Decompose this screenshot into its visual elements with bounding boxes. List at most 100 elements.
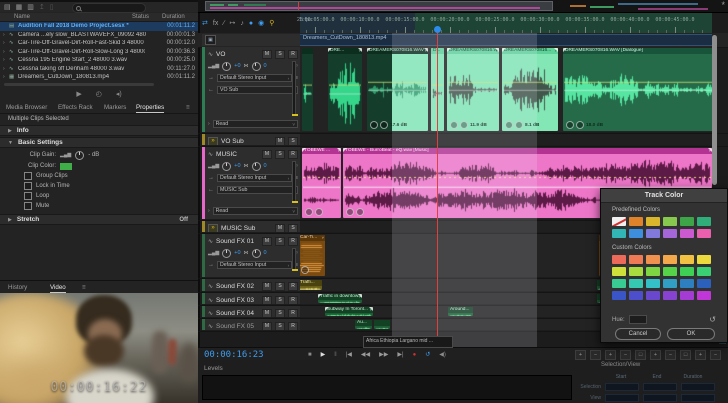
fade-out-handle[interactable] (554, 48, 558, 52)
audio-clip[interactable]: TOBEWE ...˅ (302, 148, 341, 218)
clip-header[interactable]: DREAMERS070816.WAV ...˅ (367, 48, 428, 54)
fade-in-handle[interactable] (343, 148, 347, 152)
audio-clip[interactable]: Traffi... (300, 280, 322, 290)
arm-record-button[interactable]: R (288, 296, 298, 305)
column-name[interactable]: Name (14, 14, 30, 20)
arm-record-button[interactable]: R (288, 237, 298, 246)
zoom-in-left-button[interactable]: + (605, 350, 616, 360)
color-swatch[interactable] (680, 255, 694, 264)
track-lane[interactable] (300, 134, 712, 145)
output-select[interactable]: MUSIC Sub› (217, 186, 298, 194)
volume-knob[interactable] (222, 62, 231, 71)
track-header[interactable]: ∿Sound FX 05MSR (202, 319, 300, 330)
zoom-out-right-button[interactable]: − (620, 350, 631, 360)
fade-in-handle[interactable] (328, 48, 332, 52)
color-swatch[interactable] (646, 255, 660, 264)
arm-record-button[interactable]: R (288, 150, 298, 159)
color-swatch[interactable] (697, 217, 711, 226)
timeline-navigator[interactable]: * (198, 0, 728, 13)
new-file-icon[interactable]: ▤ (4, 4, 11, 11)
checkbox[interactable] (24, 192, 32, 200)
hue-input[interactable] (629, 315, 647, 324)
clip-fx-knob[interactable] (380, 121, 388, 129)
track-name[interactable]: VO Sub (221, 138, 272, 145)
fade-in-handle[interactable] (325, 307, 329, 311)
section-stretch[interactable]: ▶ Stretch Off (0, 214, 198, 225)
preview-play-icon[interactable]: ▶ (76, 90, 81, 98)
track-fader-handle[interactable] (292, 269, 298, 271)
tab-properties[interactable]: Properties (136, 104, 164, 113)
mute-button[interactable]: M (262, 296, 272, 305)
audio-clip[interactable]: Traffic in downtow...˅ (318, 294, 362, 303)
mute-button[interactable]: M (275, 224, 285, 233)
fade-out-handle[interactable] (358, 48, 362, 52)
color-swatch[interactable] (629, 255, 643, 264)
audio-clip[interactable]: DREAMERS070816.WAV [Dialogue]˅18.0 dB (563, 48, 712, 131)
video-track-header[interactable]: ▣ (202, 34, 300, 46)
track-fader[interactable] (292, 61, 296, 116)
input-select[interactable]: Default Stereo Input› (217, 174, 292, 182)
color-swatch[interactable] (663, 217, 677, 226)
clip-header[interactable] (302, 48, 313, 54)
clip-header[interactable]: DREAMERS070816...˅ (502, 48, 558, 54)
color-swatch[interactable] (629, 267, 643, 276)
color-swatch[interactable] (629, 291, 643, 300)
export-icon[interactable]: ↥ (39, 4, 45, 11)
pan-knob[interactable] (252, 162, 261, 171)
arm-record-button[interactable]: R (288, 282, 298, 291)
fade-in-handle[interactable] (502, 48, 506, 52)
file-row[interactable]: ›∿Cessna taking off Denham 48000 3.wav00… (0, 65, 198, 74)
clip-color-swatch[interactable] (60, 163, 72, 170)
clip-fx-knob[interactable] (576, 121, 584, 129)
audio-clip[interactable]: Au... (355, 320, 372, 329)
clip-header[interactable]: TOBEWE ...˅ (302, 148, 341, 154)
arm-record-button[interactable]: R (288, 322, 298, 331)
track-color-strip[interactable] (202, 306, 205, 317)
arm-record-button[interactable]: R (288, 309, 298, 318)
input-select[interactable]: Default Stereo Input› (217, 74, 292, 82)
input-select[interactable]: Default Stereo Input› (217, 261, 292, 269)
panel-menu-icon[interactable]: ≡ (82, 284, 86, 291)
audio-clip[interactable] (302, 48, 313, 131)
track-header[interactable]: ∿MUSICMSR▂▄▆+0⋈0∞→Default Stereo Input›≡… (202, 147, 300, 219)
stop-button[interactable]: ■ (308, 352, 312, 358)
audio-clip[interactable]: DREAMERS070816.WAV [D...˅11.9 dB (447, 48, 499, 131)
clip-header[interactable]: Car-Ti...˅ (300, 235, 325, 241)
zoom-in-time-button[interactable]: + (575, 350, 586, 360)
search-input[interactable] (72, 3, 146, 13)
fade-in-handle[interactable] (447, 48, 451, 52)
selection-view-value[interactable] (681, 394, 715, 402)
clip-gain-knob[interactable] (370, 121, 378, 129)
mute-button[interactable]: M (262, 237, 272, 246)
track-color-strip[interactable] (202, 47, 205, 132)
automation-mode-select[interactable]: Read˅ (213, 120, 298, 128)
track-name[interactable]: VO (216, 51, 259, 58)
solo-button[interactable]: S (275, 322, 285, 331)
track-lane[interactable]: DRE...˅DREAMERS070816.WAV ...˅17.6 dBD..… (300, 47, 712, 132)
color-swatch[interactable] (680, 217, 694, 226)
audio-clip[interactable]: DRE...˅ (328, 48, 362, 131)
clip-header[interactable]: DRE...˅ (328, 48, 362, 54)
clip-gain-knob[interactable] (75, 151, 84, 160)
dialog-title[interactable]: Track Color (601, 189, 727, 203)
zoom-out-time-button[interactable]: − (590, 350, 601, 360)
track-fader-handle[interactable] (292, 201, 298, 203)
mute-button[interactable]: M (262, 309, 272, 318)
clip-header[interactable] (374, 320, 390, 326)
tab-media-browser[interactable]: Media Browser (6, 104, 47, 111)
track-header[interactable]: ∿Sound FX 03MSR (202, 293, 300, 304)
clip-header[interactable]: Au... (355, 320, 372, 326)
color-swatch[interactable] (697, 291, 711, 300)
clip-header[interactable]: DREAMERS070816.WAV [D...˅ (447, 48, 499, 54)
track-color-strip[interactable] (202, 134, 205, 145)
section-basic-settings[interactable]: ▼ Basic Settings (0, 137, 198, 148)
playhead-handle[interactable] (434, 26, 441, 33)
fade-out-handle[interactable] (495, 48, 499, 52)
fast-forward-button[interactable]: ▶▶ (379, 352, 388, 358)
track-header[interactable]: ∿VOMSR▂▄▆+0⋈0∞→Default Stereo Input›≡←VO… (202, 47, 300, 132)
zoom-out-vertical-button[interactable]: − (665, 350, 676, 360)
timeline-ruler[interactable]: 00:00:05:00.000:00:10:00.000:00:15:00.00… (300, 13, 712, 33)
selection-view-value[interactable] (681, 383, 715, 391)
zoom-reset-button[interactable]: + (695, 350, 706, 360)
track-fader[interactable] (292, 248, 296, 271)
